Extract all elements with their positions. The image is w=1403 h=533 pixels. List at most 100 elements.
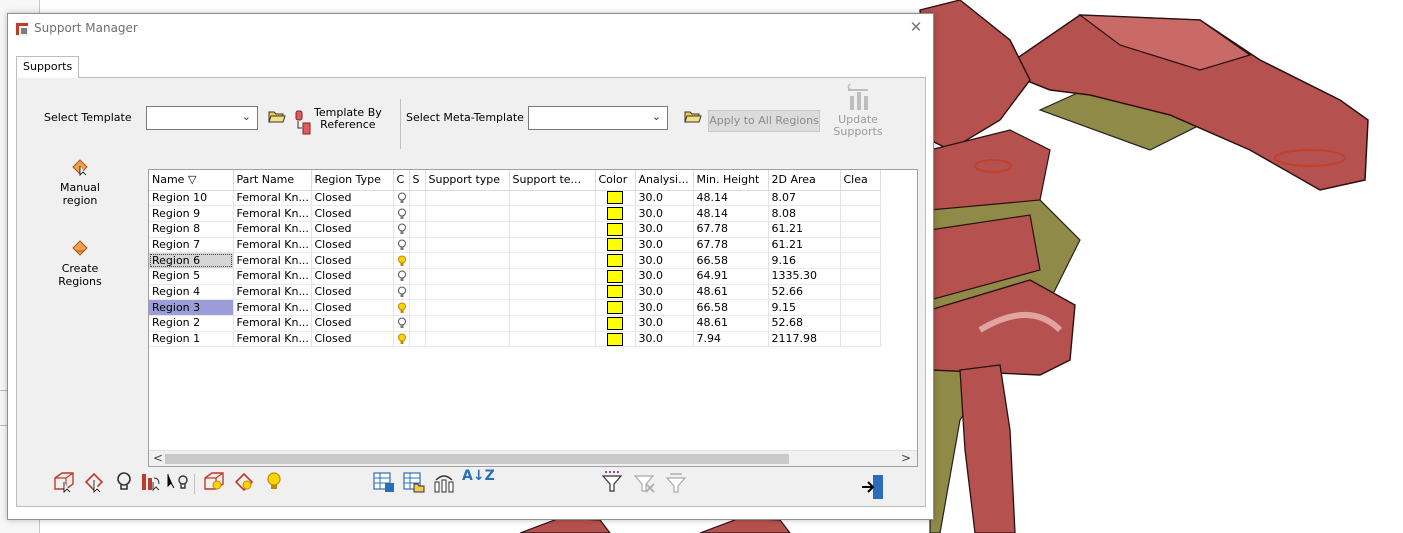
box-select-icon[interactable]: [52, 470, 76, 494]
cell-support-type[interactable]: [425, 237, 510, 254]
cell-s[interactable]: [409, 268, 426, 285]
cell-name[interactable]: Region 1: [149, 331, 234, 348]
pointer-bulb-icon[interactable]: [166, 470, 190, 494]
cell-analysis[interactable]: 30.0: [635, 284, 694, 301]
table-row[interactable]: Region 8 Femoral Kn... Closed 30.0 67.78 61.2…: [149, 221, 881, 238]
cell-s[interactable]: [409, 190, 426, 207]
cell-s[interactable]: [409, 252, 426, 269]
create-regions-button[interactable]: Create Regions: [40, 239, 120, 288]
cell-region-type[interactable]: Closed: [311, 237, 394, 254]
cell-name[interactable]: Region 9: [149, 205, 234, 222]
cell-part-name[interactable]: Femoral Kn...: [233, 252, 312, 269]
cell-clearance[interactable]: [840, 299, 881, 316]
cell-clearance[interactable]: [840, 252, 881, 269]
cell-c[interactable]: [393, 237, 410, 254]
table-row[interactable]: Region 4 Femoral Kn... Closed 30.0 48.61 52.6…: [149, 284, 881, 301]
cell-support-type[interactable]: [425, 315, 510, 332]
header-col-region-type[interactable]: Region Type: [311, 170, 394, 191]
cell-c[interactable]: [393, 221, 410, 238]
cell-2d-area[interactable]: 61.21: [768, 221, 841, 238]
cell-region-type[interactable]: Closed: [311, 331, 394, 348]
cell-2d-area[interactable]: 52.68: [768, 315, 841, 332]
cell-min-height[interactable]: 66.58: [693, 299, 769, 316]
table-row[interactable]: Region 6 Femoral Kn... Closed 30.0 66.58 9.16: [149, 252, 881, 269]
update-supports-button[interactable]: Update Supports: [828, 82, 888, 148]
cell-part-name[interactable]: Femoral Kn...: [233, 268, 312, 285]
table-row[interactable]: Region 7 Femoral Kn... Closed 30.0 67.78 61.2…: [149, 237, 881, 254]
color-swatch[interactable]: [607, 207, 623, 221]
cell-min-height[interactable]: 64.91: [693, 268, 769, 285]
cell-name[interactable]: Region 7: [149, 237, 234, 254]
cell-min-height[interactable]: 67.78: [693, 237, 769, 254]
cell-name[interactable]: Region 10: [149, 190, 234, 207]
color-swatch[interactable]: [607, 222, 623, 236]
cell-color[interactable]: [595, 190, 636, 207]
cell-region-type[interactable]: Closed: [311, 284, 394, 301]
cell-part-name[interactable]: Femoral Kn...: [233, 315, 312, 332]
header-col-s[interactable]: S: [409, 170, 426, 191]
cell-analysis[interactable]: 30.0: [635, 237, 694, 254]
cell-analysis[interactable]: 30.0: [635, 190, 694, 207]
cell-name[interactable]: Region 2: [149, 315, 234, 332]
bulb-off-icon[interactable]: [397, 192, 407, 204]
header-col-min-height[interactable]: Min. Height: [693, 170, 769, 191]
cell-region-type[interactable]: Closed: [311, 315, 394, 332]
cell-analysis[interactable]: 30.0: [635, 331, 694, 348]
table-row[interactable]: Region 3 Femoral Kn... Closed 30.0 66.58 9.15: [149, 299, 881, 316]
filter-icon[interactable]: [600, 470, 624, 494]
cell-analysis[interactable]: 30.0: [635, 299, 694, 316]
exit-icon[interactable]: [860, 473, 888, 501]
cell-c[interactable]: [393, 252, 410, 269]
cell-region-type[interactable]: Closed: [311, 299, 394, 316]
cell-analysis[interactable]: 30.0: [635, 205, 694, 222]
cell-2d-area[interactable]: 61.21: [768, 237, 841, 254]
cell-part-name[interactable]: Femoral Kn...: [233, 284, 312, 301]
cell-c[interactable]: [393, 190, 410, 207]
cell-part-name[interactable]: Femoral Kn...: [233, 237, 312, 254]
cell-2d-area[interactable]: 52.66: [768, 284, 841, 301]
cell-support-template[interactable]: [509, 331, 596, 348]
cell-support-template[interactable]: [509, 237, 596, 254]
cell-c[interactable]: [393, 284, 410, 301]
bulb-off-icon[interactable]: [397, 286, 407, 298]
header-col-color[interactable]: Color: [595, 170, 636, 191]
cell-support-type[interactable]: [425, 221, 510, 238]
cell-clearance[interactable]: [840, 284, 881, 301]
bulb-off-icon[interactable]: [397, 208, 407, 220]
cell-support-template[interactable]: [509, 205, 596, 222]
cell-support-type[interactable]: [425, 205, 510, 222]
cell-s[interactable]: [409, 221, 426, 238]
cell-min-height[interactable]: 67.78: [693, 221, 769, 238]
cell-clearance[interactable]: [840, 237, 881, 254]
bulb-off-icon[interactable]: [397, 223, 407, 235]
header-col-c[interactable]: C: [393, 170, 410, 191]
cell-clearance[interactable]: [840, 221, 881, 238]
cell-c[interactable]: [393, 331, 410, 348]
cell-2d-area[interactable]: 8.08: [768, 205, 841, 222]
cell-color[interactable]: [595, 237, 636, 254]
cell-color[interactable]: [595, 299, 636, 316]
save-template-icon[interactable]: [372, 470, 396, 494]
cell-min-height[interactable]: 48.14: [693, 205, 769, 222]
cell-support-type[interactable]: [425, 252, 510, 269]
color-swatch[interactable]: [607, 301, 623, 315]
bulb-on-icon[interactable]: [262, 470, 286, 494]
cell-part-name[interactable]: Femoral Kn...: [233, 190, 312, 207]
open-folder-icon[interactable]: [268, 108, 286, 124]
cell-clearance[interactable]: [840, 315, 881, 332]
apply-to-all-regions-button[interactable]: Apply to All Regions: [708, 110, 820, 132]
cell-2d-area[interactable]: 9.16: [768, 252, 841, 269]
cell-c[interactable]: [393, 268, 410, 285]
cell-name[interactable]: Region 8: [149, 221, 234, 238]
cell-s[interactable]: [409, 284, 426, 301]
cell-analysis[interactable]: 30.0: [635, 315, 694, 332]
color-swatch[interactable]: [607, 191, 623, 205]
cell-name[interactable]: Region 5: [149, 268, 234, 285]
color-swatch[interactable]: [607, 332, 623, 346]
color-swatch[interactable]: [607, 254, 623, 268]
bulb-off-icon[interactable]: [397, 270, 407, 282]
horizontal-scrollbar[interactable]: < >: [149, 450, 917, 466]
cell-support-template[interactable]: [509, 284, 596, 301]
color-swatch[interactable]: [607, 285, 623, 299]
scroll-left-arrow[interactable]: <: [153, 451, 163, 465]
